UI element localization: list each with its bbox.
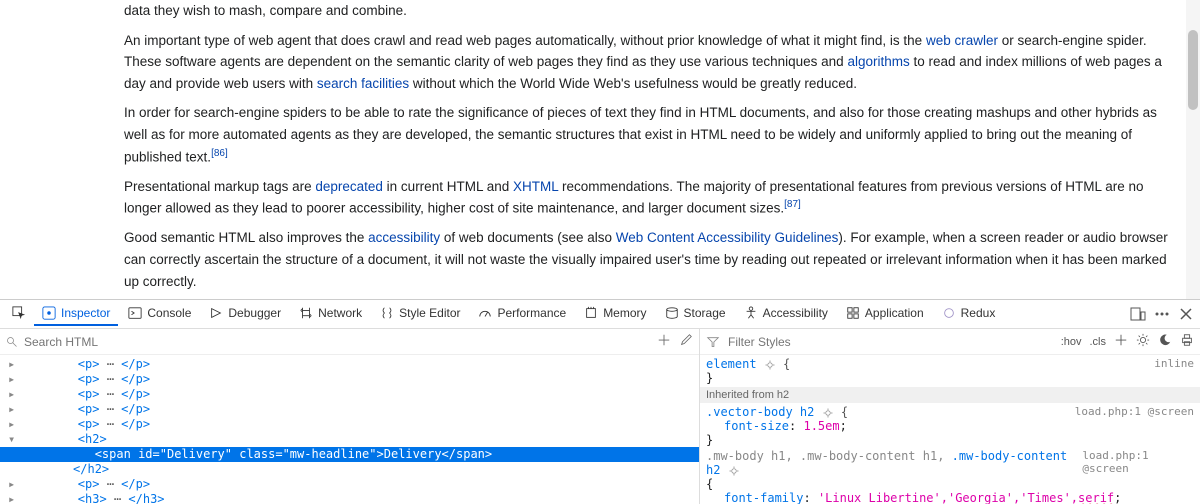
devtools-menu-button[interactable] xyxy=(1154,306,1170,322)
element-picker-button[interactable] xyxy=(6,302,32,326)
scrollbar-thumb[interactable] xyxy=(1188,30,1198,110)
search-html-input[interactable] xyxy=(24,335,651,349)
gear-icon[interactable] xyxy=(822,407,834,419)
tree-node-p[interactable]: ▸ <p> ⋯ </p> xyxy=(0,357,699,372)
tab-redux[interactable]: Redux xyxy=(934,302,1004,326)
hov-toggle[interactable]: :hov xyxy=(1061,336,1082,348)
picker-icon xyxy=(12,306,26,320)
redux-icon xyxy=(942,306,956,320)
devtools-close-button[interactable] xyxy=(1178,306,1194,322)
rule-element[interactable]: element {inline } xyxy=(700,357,1200,385)
styles-panel: :hov .cls element {inline } Inherited fr… xyxy=(700,329,1200,504)
add-node-button[interactable] xyxy=(657,333,671,350)
tree-node-h2-open[interactable]: ▾ <h2> xyxy=(0,432,699,447)
filter-styles-input[interactable] xyxy=(728,335,1053,349)
tab-debugger[interactable]: Debugger xyxy=(201,302,289,326)
gear-icon[interactable] xyxy=(764,359,776,371)
funnel-icon xyxy=(706,335,720,349)
responsive-mode-button[interactable] xyxy=(1130,306,1146,322)
accessibility-icon xyxy=(744,306,758,320)
link-algorithms[interactable]: algorithms xyxy=(847,54,909,69)
performance-icon xyxy=(478,306,492,320)
dom-tree[interactable]: ▸ <p> ⋯ </p> ▸ <p> ⋯ </p> ▸ <p> ⋯ </p> ▸… xyxy=(0,355,699,504)
tree-node-p[interactable]: ▸ <p> ⋯ </p> xyxy=(0,417,699,432)
html-tree-panel: ▸ <p> ⋯ </p> ▸ <p> ⋯ </p> ▸ <p> ⋯ </p> ▸… xyxy=(0,329,700,504)
console-icon xyxy=(128,306,142,320)
print-icon xyxy=(1180,333,1194,347)
tab-inspector[interactable]: Inspector xyxy=(34,302,118,326)
tab-storage[interactable]: Storage xyxy=(657,302,734,326)
link-accessibility[interactable]: accessibility xyxy=(368,230,440,245)
tab-style-editor[interactable]: Style Editor xyxy=(372,302,468,326)
rule-mw-body[interactable]: .mw-body h1, .mw-body-content h1, .mw-bo… xyxy=(700,449,1200,504)
print-button[interactable] xyxy=(1180,333,1194,350)
inspector-icon xyxy=(42,306,56,320)
cls-toggle[interactable]: .cls xyxy=(1090,336,1107,348)
debugger-icon xyxy=(209,306,223,320)
eyedropper-button[interactable] xyxy=(679,333,693,350)
link-xhtml[interactable]: XHTML xyxy=(513,179,558,194)
link-wcag[interactable]: Web Content Accessibility Guidelines xyxy=(616,230,839,245)
responsive-icon xyxy=(1130,306,1146,322)
eyedropper-icon xyxy=(679,333,693,347)
style-icon xyxy=(380,306,394,320)
paragraph: Good semantic HTML also improves the acc… xyxy=(124,227,1180,292)
dark-scheme-button[interactable] xyxy=(1158,333,1172,350)
tree-node-h2-close[interactable]: </h2> xyxy=(0,462,699,477)
tab-accessibility[interactable]: Accessibility xyxy=(736,302,836,326)
network-icon xyxy=(299,306,313,320)
tree-node-p[interactable]: ▸ <p> ⋯ </p> xyxy=(0,387,699,402)
tree-node-p[interactable]: ▸ <p> ⋯ </p> xyxy=(0,372,699,387)
storage-icon xyxy=(665,306,679,320)
tree-node-span-selected[interactable]: <span id="Delivery" class="mw-headline">… xyxy=(0,447,699,462)
tree-node-p[interactable]: ▸ <p> ⋯ </p> xyxy=(0,477,699,492)
sun-icon xyxy=(1136,333,1150,347)
light-scheme-button[interactable] xyxy=(1136,333,1150,350)
paragraph: An important type of web agent that does… xyxy=(124,30,1180,95)
plus-icon xyxy=(657,333,671,347)
dots-icon xyxy=(1154,306,1170,322)
search-icon xyxy=(6,336,18,348)
link-web-crawler[interactable]: web crawler xyxy=(926,33,998,48)
devtools-toolbar: Inspector Console Debugger Network Style… xyxy=(0,300,1200,329)
tab-performance[interactable]: Performance xyxy=(470,302,574,326)
article-content: data they wish to mash, compare and comb… xyxy=(0,0,1200,299)
tree-node-p[interactable]: ▸ <p> ⋯ </p> xyxy=(0,402,699,417)
tree-node-h3[interactable]: ▸ <h3> ⋯ </h3> xyxy=(0,492,699,504)
tab-network[interactable]: Network xyxy=(291,302,370,326)
new-rule-button[interactable] xyxy=(1114,333,1128,350)
close-icon xyxy=(1178,306,1194,322)
tab-application[interactable]: Application xyxy=(838,302,932,326)
link-search-facilities[interactable]: search facilities xyxy=(317,76,409,91)
page-scrollbar[interactable] xyxy=(1186,0,1200,299)
tab-memory[interactable]: Memory xyxy=(576,302,654,326)
paragraph: data they wish to mash, compare and comb… xyxy=(124,0,1180,22)
reference-86[interactable]: [86] xyxy=(211,148,228,159)
text: data they wish to mash, compare and comb… xyxy=(124,3,407,18)
tab-console[interactable]: Console xyxy=(120,302,199,326)
paragraph: In order for search-engine spiders to be… xyxy=(124,102,1180,167)
inherited-from-h2: Inherited from h2 xyxy=(700,387,1200,403)
moon-icon xyxy=(1158,333,1172,347)
paragraph: Presentational markup tags are deprecate… xyxy=(124,176,1180,220)
plus-icon xyxy=(1114,333,1128,347)
application-icon xyxy=(846,306,860,320)
css-rules[interactable]: element {inline } Inherited from h2 .vec… xyxy=(700,355,1200,504)
reference-87[interactable]: [87] xyxy=(784,199,801,210)
link-deprecated[interactable]: deprecated xyxy=(315,179,383,194)
rule-vector-body[interactable]: .vector-body h2 {load.php:1 @screen font… xyxy=(700,405,1200,447)
devtools-panel: Inspector Console Debugger Network Style… xyxy=(0,299,1200,504)
gear-icon[interactable] xyxy=(728,465,740,477)
memory-icon xyxy=(584,306,598,320)
